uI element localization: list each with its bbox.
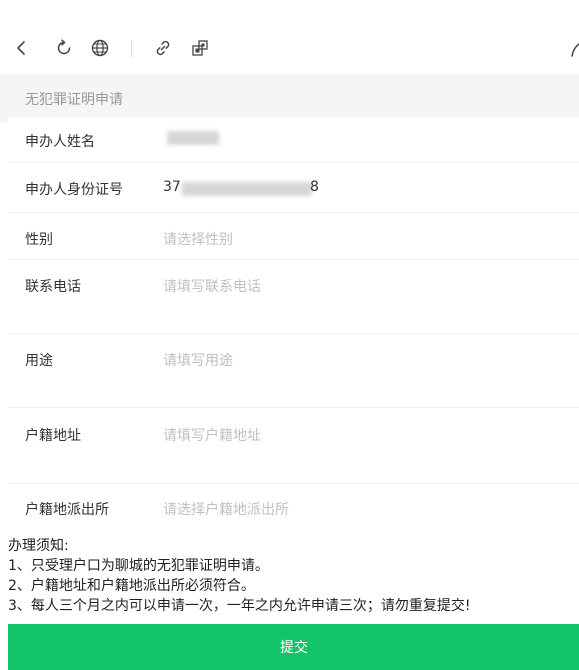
phone-input[interactable]: 请填写联系电话 bbox=[163, 276, 261, 296]
applicant-id-label: 申办人身份证号 bbox=[25, 182, 123, 198]
page: 无犯罪证明申请 申办人姓名 申办人身份证号 37 8 性别 请选择性别 联系电话… bbox=[0, 0, 579, 670]
notice-title: 办理须知: bbox=[8, 538, 69, 554]
applicant-id-prefix: 37 bbox=[163, 179, 181, 195]
globe-icon bbox=[91, 39, 109, 57]
gender-label: 性别 bbox=[25, 232, 53, 248]
back-icon bbox=[17, 41, 25, 55]
copy-link-button[interactable] bbox=[151, 36, 175, 60]
household-address-label: 户籍地址 bbox=[25, 428, 81, 444]
qr-code-button[interactable] bbox=[188, 36, 212, 60]
purpose-label: 用途 bbox=[25, 353, 53, 369]
submit-button[interactable]: 提交 bbox=[8, 624, 579, 670]
notice-line: 1、只受理户口为聊城的无犯罪证明申请。 bbox=[8, 558, 269, 574]
notice-line: 3、每人三个月之内可以申请一次，一年之内允许申请三次；请勿重复提交! bbox=[8, 598, 471, 614]
household-address-row[interactable]: 户籍地址 请填写户籍地址 bbox=[8, 408, 579, 484]
refresh-button[interactable] bbox=[52, 36, 76, 60]
globe-button[interactable] bbox=[88, 36, 112, 60]
applicant-id-row[interactable]: 申办人身份证号 37 8 bbox=[8, 163, 579, 213]
toolbar-divider bbox=[131, 40, 132, 57]
gender-select[interactable]: 请选择性别 bbox=[163, 229, 233, 249]
phone-row[interactable]: 联系电话 请填写联系电话 bbox=[8, 260, 579, 334]
purpose-input[interactable]: 请填写用途 bbox=[163, 350, 233, 370]
purpose-row[interactable]: 用途 请填写用途 bbox=[8, 334, 579, 408]
redacted-name bbox=[167, 131, 219, 145]
applicant-id-suffix: 8 bbox=[310, 179, 319, 195]
applicant-name-row[interactable]: 申办人姓名 bbox=[8, 117, 579, 163]
police-station-row[interactable]: 户籍地派出所 请选择户籍地派出所 bbox=[8, 484, 579, 532]
notice-line: 2、户籍地址和户籍地派出所必须符合。 bbox=[8, 578, 255, 594]
refresh-icon bbox=[57, 39, 71, 55]
gender-row[interactable]: 性别 请选择性别 bbox=[8, 213, 579, 260]
submit-button-label: 提交 bbox=[280, 639, 308, 655]
link-icon bbox=[156, 40, 170, 56]
applicant-name-label: 申办人姓名 bbox=[25, 134, 95, 150]
browser-toolbar bbox=[0, 0, 579, 74]
police-station-select[interactable]: 请选择户籍地派出所 bbox=[163, 499, 289, 519]
share-icon[interactable] bbox=[570, 40, 579, 58]
police-station-label: 户籍地派出所 bbox=[25, 502, 109, 518]
back-button[interactable] bbox=[9, 36, 33, 60]
household-address-input[interactable]: 请填写户籍地址 bbox=[163, 425, 261, 445]
notice-section: 办理须知: 1、只受理户口为聊城的无犯罪证明申请。 2、户籍地址和户籍地派出所必… bbox=[8, 536, 579, 616]
qr-code-icon bbox=[192, 40, 208, 56]
phone-label: 联系电话 bbox=[25, 279, 81, 295]
redacted-id bbox=[182, 182, 312, 196]
section-title: 无犯罪证明申请 bbox=[25, 92, 123, 108]
